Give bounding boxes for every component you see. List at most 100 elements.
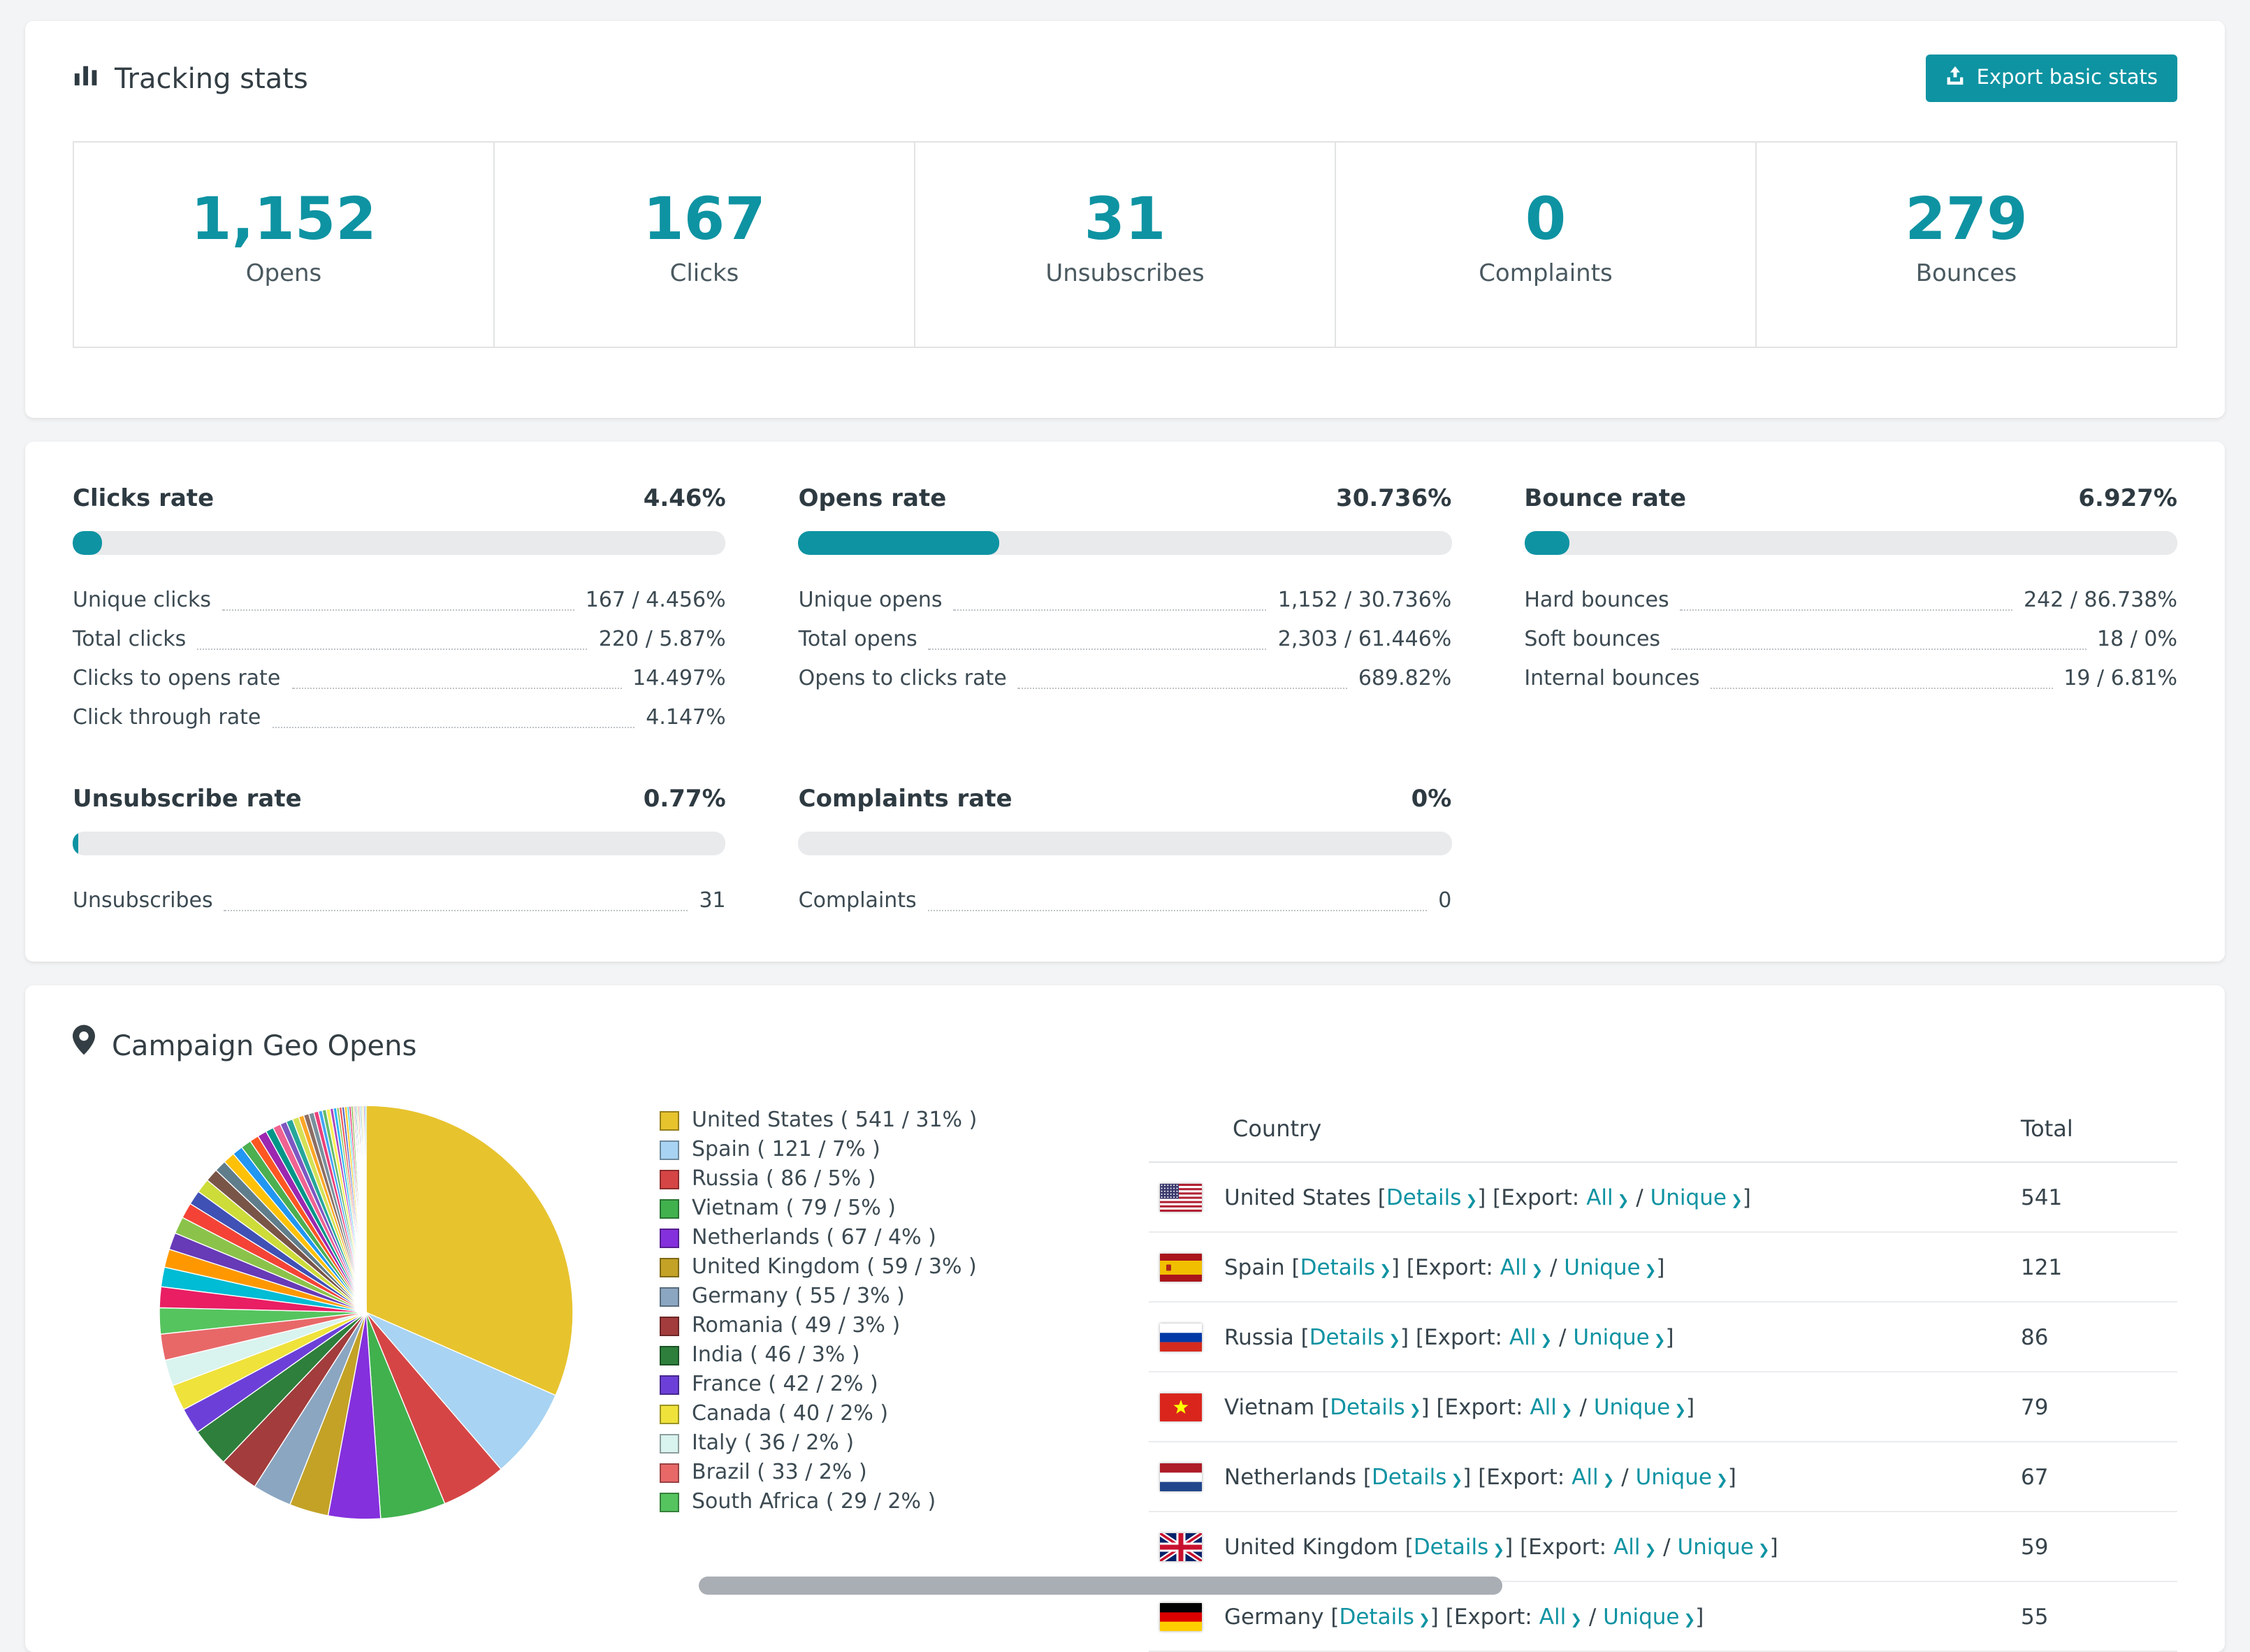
- chevron-right-icon: [1754, 1534, 1770, 1559]
- export-all-link[interactable]: All: [1613, 1534, 1656, 1559]
- rate-block: Opens rate 30.736% Unique opens 1,152 / …: [798, 484, 1452, 737]
- stat-row-value: 689.82%: [1358, 665, 1452, 690]
- legend-item: Italy ( 36 / 2% ): [660, 1428, 1149, 1458]
- rate-title: Unsubscribe rate: [73, 785, 302, 813]
- export-unique-link[interactable]: Unique: [1603, 1604, 1695, 1629]
- geo-pie-legend: United States ( 541 / 31% ) Spain ( 121 …: [660, 1094, 1149, 1652]
- chevron-right-icon: [1566, 1604, 1582, 1629]
- legend-label: United States ( 541 / 31% ): [692, 1107, 978, 1132]
- export-basic-stats-button[interactable]: Export basic stats: [1926, 55, 2177, 102]
- export-all-link[interactable]: All: [1572, 1464, 1614, 1489]
- chevron-right-icon: [1599, 1464, 1615, 1489]
- export-all-link[interactable]: All: [1530, 1394, 1572, 1419]
- progress-bar-fill: [73, 531, 102, 555]
- progress-bar: [1524, 531, 2177, 555]
- legend-color-swatch: [660, 1110, 679, 1130]
- geo-opens-pie-chart: [159, 1105, 574, 1520]
- tracking-stats-header: Tracking stats Export basic stats: [73, 55, 2177, 102]
- stat-row: Clicks to opens rate 14.497%: [73, 658, 726, 697]
- legend-item: Russia ( 86 / 5% ): [660, 1164, 1149, 1194]
- stat-box: 0 Complaints: [1335, 143, 1755, 347]
- stat-row: Complaints 0: [799, 881, 1452, 920]
- rates-card: Clicks rate 4.46% Unique clicks 167 / 4.…: [25, 442, 2225, 962]
- legend-color-swatch: [660, 1140, 679, 1159]
- details-link[interactable]: Details: [1330, 1394, 1421, 1419]
- horizontal-scrollbar-thumb[interactable]: [699, 1577, 1502, 1595]
- export-label: [Export:: [1520, 1534, 1607, 1559]
- country-total: 55: [2021, 1604, 2049, 1629]
- legend-label: South Africa ( 29 / 2% ): [692, 1488, 936, 1514]
- dotted-leader: [224, 910, 688, 911]
- legend-color-swatch: [660, 1169, 679, 1189]
- export-unique-link[interactable]: Unique: [1636, 1464, 1728, 1489]
- flag-nl-icon: [1160, 1463, 1202, 1491]
- chevron-right-icon: [1461, 1184, 1477, 1210]
- stat-value: 279: [1905, 184, 2028, 253]
- stat-row-label: Complaints: [798, 887, 917, 913]
- country-total: 121: [2021, 1254, 2063, 1280]
- progress-bar: [73, 832, 726, 855]
- chevron-right-icon: [1414, 1604, 1430, 1629]
- stat-row-label: Unique opens: [798, 587, 943, 612]
- stat-row-label: Unique clicks: [73, 587, 212, 612]
- legend-color-swatch: [660, 1316, 679, 1335]
- table-row: United States [Details] [Export:All / Un…: [1149, 1163, 2177, 1233]
- stat-row-value: 0: [1438, 887, 1452, 913]
- chevron-right-icon: [1536, 1324, 1552, 1349]
- details-link[interactable]: Details: [1300, 1254, 1391, 1280]
- rate-title: Complaints rate: [798, 785, 1013, 813]
- chevron-right-icon: [1650, 1324, 1666, 1349]
- legend-color-swatch: [660, 1257, 679, 1277]
- legend-color-swatch: [660, 1198, 679, 1218]
- chevron-right-icon: [1446, 1464, 1462, 1489]
- legend-label: Romania ( 49 / 3% ): [692, 1312, 901, 1338]
- export-all-link[interactable]: All: [1500, 1254, 1543, 1280]
- dotted-leader: [222, 609, 574, 611]
- bar-chart-icon: [73, 61, 99, 95]
- dashboard-page: Tracking stats Export basic stats 1,152 …: [0, 0, 2250, 1652]
- tracking-stats-title: Tracking stats: [73, 61, 308, 95]
- stat-row-label: Internal bounces: [1524, 665, 1700, 690]
- country-name: Vietnam: [1224, 1394, 1315, 1419]
- column-header-country: Country: [1233, 1115, 1322, 1141]
- legend-color-swatch: [660, 1375, 679, 1394]
- stat-row: Soft bounces 18 / 0%: [1524, 619, 2177, 658]
- stat-label: Complaints: [1479, 260, 1613, 288]
- country-name: United States: [1224, 1184, 1371, 1210]
- legend-label: Netherlands ( 67 / 4% ): [692, 1224, 936, 1249]
- dotted-leader: [1680, 609, 2013, 611]
- chevron-right-icon: [1641, 1534, 1657, 1559]
- stat-row: Total clicks 220 / 5.87%: [73, 619, 726, 658]
- export-unique-link[interactable]: Unique: [1573, 1324, 1665, 1349]
- legend-color-swatch: [660, 1228, 679, 1247]
- export-all-link[interactable]: All: [1509, 1324, 1552, 1349]
- stat-value: 0: [1525, 184, 1567, 253]
- export-unique-link[interactable]: Unique: [1677, 1534, 1769, 1559]
- export-unique-link[interactable]: Unique: [1650, 1184, 1743, 1210]
- stat-row: Hard bounces 242 / 86.738%: [1524, 580, 2177, 619]
- export-all-link[interactable]: All: [1586, 1184, 1629, 1210]
- dotted-leader: [927, 910, 1428, 911]
- stat-value: 167: [643, 184, 766, 253]
- progress-bar: [73, 531, 726, 555]
- legend-item: Netherlands ( 67 / 4% ): [660, 1223, 1149, 1252]
- details-link[interactable]: Details: [1414, 1534, 1504, 1559]
- export-unique-link[interactable]: Unique: [1564, 1254, 1656, 1280]
- rate-percentage: 6.927%: [2078, 485, 2177, 513]
- flag-gb-icon: [1160, 1533, 1202, 1560]
- details-link[interactable]: Details: [1309, 1324, 1400, 1349]
- export-all-link[interactable]: All: [1539, 1604, 1582, 1629]
- export-unique-link[interactable]: Unique: [1594, 1394, 1686, 1419]
- details-link[interactable]: Details: [1339, 1604, 1430, 1629]
- country-total: 79: [2021, 1394, 2049, 1419]
- chevron-right-icon: [1557, 1394, 1573, 1419]
- progress-bar: [798, 832, 1452, 855]
- details-link[interactable]: Details: [1372, 1464, 1462, 1489]
- legend-color-swatch: [660, 1433, 679, 1453]
- details-link[interactable]: Details: [1386, 1184, 1477, 1210]
- country-name: Netherlands: [1224, 1464, 1356, 1489]
- chevron-right-icon: [1405, 1394, 1421, 1419]
- country-name: United Kingdom: [1224, 1534, 1398, 1559]
- country-total: 67: [2021, 1464, 2049, 1489]
- stat-row-label: Soft bounces: [1524, 626, 1661, 651]
